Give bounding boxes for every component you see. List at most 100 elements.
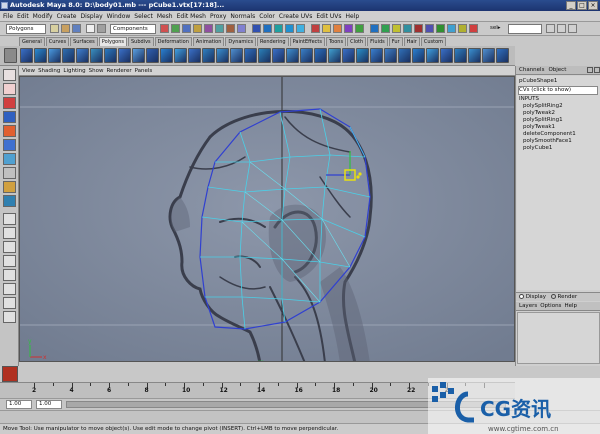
polygon-shelf-icon[interactable] <box>244 48 257 63</box>
show-manipulator-icon[interactable] <box>3 181 16 193</box>
render-settings-icon[interactable] <box>344 24 353 33</box>
shelf-tab-subdivs[interactable]: Subdivs <box>128 37 154 46</box>
layout-icon-7[interactable] <box>436 24 445 33</box>
layout-icon-5[interactable] <box>414 24 423 33</box>
layout-icon-8[interactable] <box>447 24 456 33</box>
mask-icon-3[interactable] <box>182 24 191 33</box>
shelf-tab-dynamics[interactable]: Dynamics <box>225 37 257 46</box>
polygon-shelf-icon[interactable] <box>160 48 173 63</box>
rotate-tool-icon[interactable] <box>3 125 16 137</box>
layout-four-icon[interactable] <box>3 227 16 239</box>
polygon-shelf-icon[interactable] <box>314 48 327 63</box>
menu-normals[interactable]: Normals <box>230 11 255 21</box>
shelf-tab-animation[interactable]: Animation <box>192 37 225 46</box>
render-icon[interactable] <box>322 24 331 33</box>
polygon-shelf-icon[interactable] <box>34 48 47 63</box>
snap-view-icon[interactable] <box>285 24 294 33</box>
layout-icon-1[interactable] <box>370 24 379 33</box>
polygon-shelf-icon[interactable] <box>440 48 453 63</box>
polygon-shelf-icon[interactable] <box>328 48 341 63</box>
menu-edit-mesh[interactable]: Edit Mesh <box>177 11 206 21</box>
layout-icon-3[interactable] <box>392 24 401 33</box>
tool-settings-toggle[interactable] <box>557 24 566 33</box>
range-start-field[interactable]: 1.00 <box>6 400 32 409</box>
layer-editor-list[interactable] <box>517 312 600 364</box>
polygon-shelf-icon[interactable] <box>370 48 383 63</box>
polygon-shelf-icon[interactable] <box>286 48 299 63</box>
shelf-tab-fur[interactable]: Fur <box>388 37 403 46</box>
layout-stack-icon[interactable] <box>3 255 16 267</box>
polygon-shelf-icon[interactable] <box>76 48 89 63</box>
panel-menu-panels[interactable]: Panels <box>135 66 153 75</box>
shelf-tab-cloth[interactable]: Cloth <box>347 37 367 46</box>
polygon-shelf-icon[interactable] <box>342 48 355 63</box>
close-button[interactable]: × <box>588 1 598 10</box>
input-node[interactable]: polyTweak1 <box>523 124 555 131</box>
shelf-tab-general[interactable]: General <box>19 37 45 46</box>
selected-vertex[interactable] <box>356 175 360 179</box>
snap-point-icon[interactable] <box>274 24 283 33</box>
attribute-editor-toggle[interactable] <box>546 24 555 33</box>
input-node[interactable]: polyTweak2 <box>523 110 555 117</box>
polygon-shelf-icon[interactable] <box>398 48 411 63</box>
history-icon[interactable] <box>311 24 320 33</box>
polygon-shelf-icon[interactable] <box>118 48 131 63</box>
snap-surface-icon[interactable] <box>296 24 305 33</box>
polygon-shelf-icon[interactable] <box>384 48 397 63</box>
options-menu[interactable]: Options <box>540 302 561 310</box>
manipulator-tool-icon[interactable] <box>3 153 16 165</box>
component-mode-field[interactable]: Components <box>110 24 156 34</box>
new-scene-icon[interactable] <box>50 24 59 33</box>
move-tool-icon[interactable] <box>3 111 16 123</box>
hierarchy-mode-icon[interactable] <box>97 24 106 33</box>
polygon-shelf-icon[interactable] <box>188 48 201 63</box>
mask-icon-2[interactable] <box>171 24 180 33</box>
panel-menu-lighting[interactable]: Lighting <box>63 66 85 75</box>
menu-modify[interactable]: Modify <box>33 11 53 21</box>
ipr-render-icon[interactable] <box>333 24 342 33</box>
shelf-tab-surfaces[interactable]: Surfaces <box>70 37 98 46</box>
shelf-tab-polygons[interactable]: Polygons <box>98 37 127 46</box>
input-node[interactable]: polyCube1 <box>523 145 552 152</box>
paint-select-icon[interactable] <box>3 97 16 109</box>
input-node[interactable]: deleteComponent1 <box>523 131 576 138</box>
polygon-shelf-icon[interactable] <box>104 48 117 63</box>
open-scene-icon[interactable] <box>61 24 70 33</box>
polygon-shelf-icon[interactable] <box>356 48 369 63</box>
selected-vertex[interactable] <box>358 172 362 176</box>
display-radio[interactable] <box>519 294 524 299</box>
layout-icon-2[interactable] <box>381 24 390 33</box>
shelf-menu-icon[interactable] <box>4 48 17 63</box>
render-view-icon[interactable] <box>2 366 18 382</box>
menu-create-uvs[interactable]: Create UVs <box>279 11 312 21</box>
polygon-shelf-icon[interactable] <box>146 48 159 63</box>
layout-persp-icon[interactable] <box>3 311 16 323</box>
polygon-shelf-icon[interactable] <box>482 48 495 63</box>
render-radio[interactable] <box>550 294 556 299</box>
soft-mod-tool-icon[interactable] <box>3 167 16 179</box>
mask-icon-5[interactable] <box>204 24 213 33</box>
polygon-shelf-icon[interactable] <box>132 48 145 63</box>
menu-help[interactable]: Help <box>346 11 360 21</box>
tab-channels[interactable]: Channels <box>519 66 544 74</box>
polygon-shelf-icon[interactable] <box>258 48 271 63</box>
mask-icon-7[interactable] <box>226 24 235 33</box>
menu-window[interactable]: Window <box>107 11 131 21</box>
select-tool-icon[interactable] <box>3 69 16 81</box>
menu-color[interactable]: Color <box>259 11 275 21</box>
menu-create[interactable]: Create <box>57 11 77 21</box>
menu-proxy[interactable]: Proxy <box>210 11 226 21</box>
layout-icon-6[interactable] <box>425 24 434 33</box>
panel-menu-show[interactable]: Show <box>89 66 104 75</box>
channel-box-float-icon[interactable] <box>587 67 593 73</box>
snap-grid-icon[interactable] <box>252 24 261 33</box>
polygon-shelf-icon[interactable] <box>426 48 439 63</box>
polygon-shelf-icon[interactable] <box>272 48 285 63</box>
layers-menu[interactable]: Layers <box>519 302 537 310</box>
menu-edit[interactable]: Edit <box>17 11 29 21</box>
layout-icon-9[interactable] <box>458 24 467 33</box>
polygon-shelf-icon[interactable] <box>300 48 313 63</box>
snap-curve-icon[interactable] <box>263 24 272 33</box>
shelf-tab-deformation[interactable]: Deformation <box>154 37 192 46</box>
hypershade-icon[interactable] <box>355 24 364 33</box>
